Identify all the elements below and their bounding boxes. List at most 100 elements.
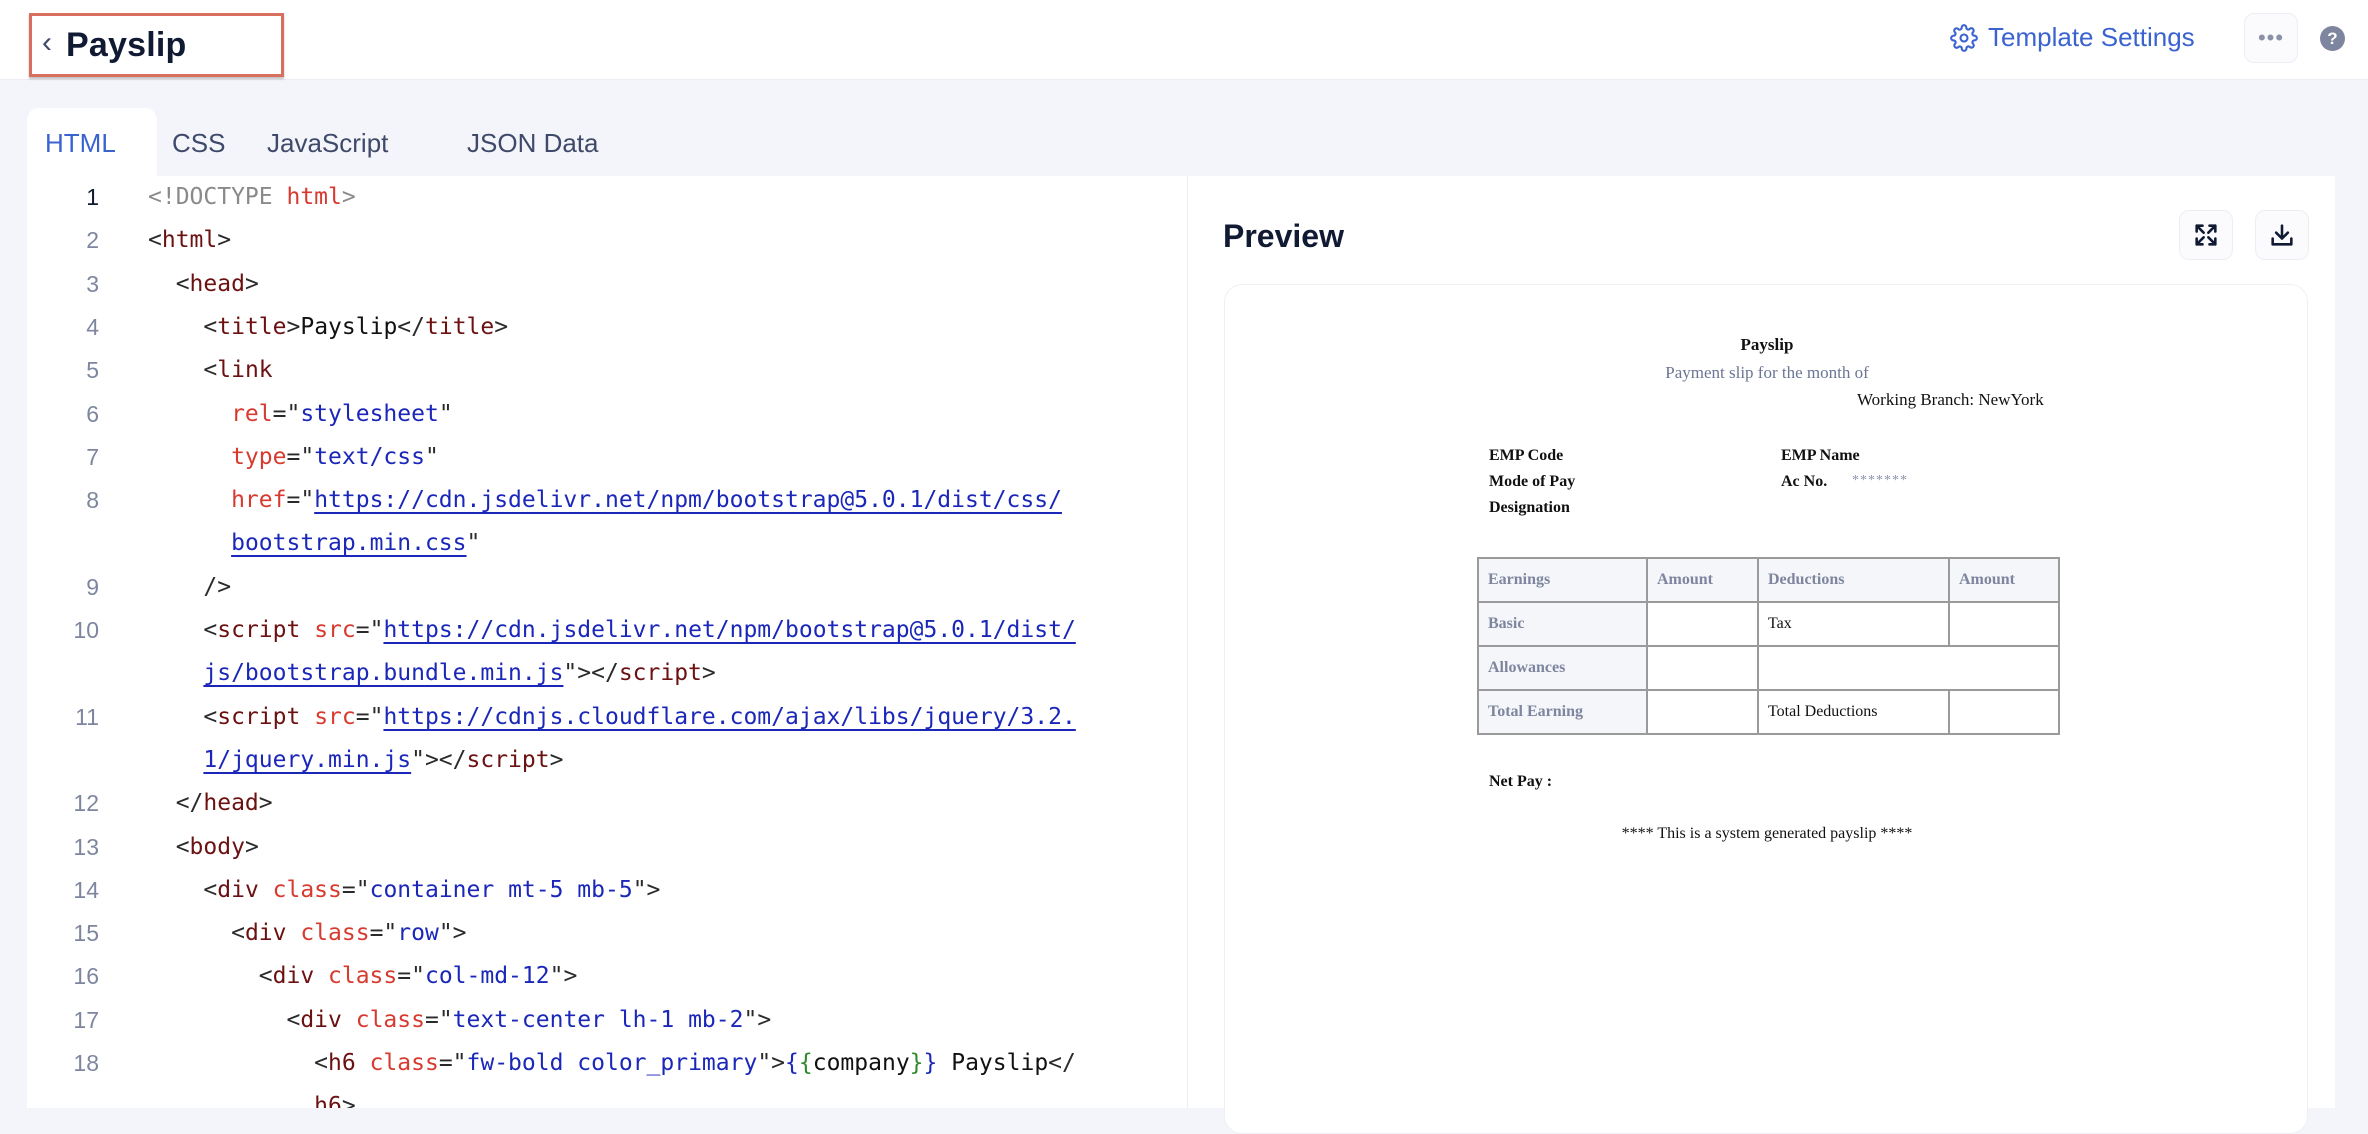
- code-line[interactable]: 10 <script src="https://cdn.jsdelivr.net…: [27, 609, 1187, 652]
- code-token: }: [909, 1050, 924, 1076]
- code-line[interactable]: 1 <!DOCTYPE html>: [27, 176, 1187, 219]
- code-link[interactable]: 1/jquery.min.js: [203, 747, 411, 773]
- expand-button[interactable]: [2179, 210, 2233, 260]
- code-token: text-center lh-1 mb-2: [452, 1006, 744, 1033]
- code-token: <: [148, 1006, 301, 1033]
- code-text: <div class="container mt-5 mb-5">: [148, 869, 660, 912]
- code-token: title: [217, 313, 287, 340]
- tab-html[interactable]: HTML: [27, 108, 157, 176]
- code-token: =": [424, 1006, 453, 1033]
- code-token: html: [161, 227, 218, 254]
- tab-label: JavaScript: [267, 128, 389, 158]
- code-line[interactable]: 18 <h6 class="fw-bold color_primary">{{c…: [27, 1042, 1187, 1085]
- code-text: <html>: [148, 219, 231, 262]
- payslip-document: Payslip Payment slip for the month of Wo…: [1224, 284, 2308, 1134]
- chevron-left-icon[interactable]: ‹: [42, 28, 52, 58]
- code-line[interactable]: 8 href="https://cdn.jsdelivr.net/npm/boo…: [27, 479, 1187, 522]
- code-token: <: [148, 270, 190, 297]
- code-link[interactable]: https://cdnjs.cloudflare.com/ajax/libs/j…: [383, 704, 1075, 730]
- code-line[interactable]: 7 type="text/css": [27, 436, 1187, 479]
- template-settings-label: Template Settings: [1988, 22, 2195, 52]
- code-token: <: [148, 833, 190, 860]
- question-circle-icon[interactable]: ?: [2320, 26, 2345, 51]
- code-token: >: [244, 833, 259, 860]
- tab-css[interactable]: CSS: [147, 108, 235, 176]
- emp-name-label: EMP Name: [1781, 447, 1860, 464]
- code-token: head: [203, 790, 259, 817]
- code-token: =": [355, 703, 384, 730]
- code-token: class: [328, 963, 398, 990]
- code-link[interactable]: https://cdn.jsdelivr.net/npm/bootstrap@5…: [383, 617, 1075, 643]
- code-link[interactable]: js/bootstrap.bundle.min.js: [203, 660, 563, 686]
- top-bar: ‹ Payslip Template Settings ••• ?: [0, 0, 2368, 80]
- code-line[interactable]: 4 <title>Payslip</title>: [27, 306, 1187, 349]
- table-header: Deductions: [1757, 557, 1950, 603]
- line-number: [27, 522, 99, 565]
- line-number: [27, 652, 99, 695]
- table-cell: Allowances: [1477, 645, 1648, 691]
- code-line[interactable]: 15 <div class="row">: [27, 912, 1187, 955]
- code-token: ">: [757, 1050, 786, 1076]
- code-text: js/bootstrap.bundle.min.js"></script>: [148, 652, 715, 695]
- help-glyph: ?: [2327, 28, 2338, 48]
- code-token: col-md-12: [424, 963, 550, 990]
- code-token: link: [217, 357, 273, 384]
- code-line[interactable]: 9 />: [27, 566, 1187, 609]
- code-token: container mt-5 mb-5: [369, 876, 633, 903]
- code-token: >: [217, 227, 232, 254]
- code-line[interactable]: 2 <html>: [27, 219, 1187, 262]
- code-token: fw-bold color_primary: [466, 1050, 758, 1076]
- code-line[interactable]: h6>: [27, 1085, 1187, 1108]
- expand-icon: [2195, 224, 2217, 246]
- table-cell: Total Earning: [1477, 689, 1648, 735]
- code-text: <script src="https://cdnjs.cloudflare.co…: [148, 696, 1075, 739]
- code-token: html: [286, 184, 342, 210]
- code-line[interactable]: 16 <div class="col-md-12">: [27, 955, 1187, 998]
- code-token: />: [148, 573, 232, 600]
- tab-json-data[interactable]: JSON Data: [435, 108, 635, 176]
- code-token: <: [148, 876, 218, 903]
- code-line[interactable]: 12 </head>: [27, 782, 1187, 825]
- code-line[interactable]: 14 <div class="container mt-5 mb-5">: [27, 869, 1187, 912]
- table-header-row: Earnings Amount Deductions Amount: [1477, 557, 2060, 603]
- code-editor[interactable]: 1 <!DOCTYPE html> 2 <html> 3 <head> 4 <title>…: [27, 176, 1187, 1108]
- code-token: >: [286, 313, 301, 340]
- code-line[interactable]: 17 <div class="text-center lh-1 mb-2">: [27, 999, 1187, 1042]
- code-token: {: [798, 1050, 813, 1076]
- code-token: <: [148, 227, 162, 254]
- code-token: </: [148, 790, 204, 817]
- code-token: class: [369, 1050, 439, 1076]
- download-button[interactable]: [2255, 210, 2309, 260]
- code-line[interactable]: 13 <body>: [27, 826, 1187, 869]
- ac-no-label: Ac No.: [1781, 473, 1828, 490]
- editor-tabs: HTML CSS JavaScript JSON Data: [27, 108, 635, 176]
- table-cell: Total Deductions: [1757, 689, 1950, 735]
- code-link[interactable]: https://cdn.jsdelivr.net/npm/bootstrap@5…: [314, 487, 1062, 513]
- code-line[interactable]: 11 <script src="https://cdnjs.cloudflare…: [27, 696, 1187, 739]
- code-line[interactable]: 3 <head>: [27, 263, 1187, 306]
- code-token: body: [189, 833, 245, 860]
- code-text: href="https://cdn.jsdelivr.net/npm/boots…: [148, 479, 1062, 522]
- tab-javascript[interactable]: JavaScript: [235, 108, 435, 176]
- code-token: <: [148, 920, 245, 947]
- code-text: <div class="col-md-12">: [148, 955, 578, 998]
- code-line[interactable]: 1/jquery.min.js"></script>: [27, 739, 1187, 782]
- code-token: Payslip: [937, 1050, 1049, 1076]
- code-token: <: [148, 703, 218, 730]
- code-text: h6>: [148, 1085, 356, 1108]
- more-options-button[interactable]: •••: [2244, 13, 2298, 63]
- code-token: <: [148, 617, 218, 643]
- code-token: script: [466, 746, 550, 773]
- code-token: class: [300, 920, 370, 947]
- code-line[interactable]: 6 rel="stylesheet": [27, 393, 1187, 436]
- line-number: 8: [86, 487, 99, 514]
- code-line[interactable]: js/bootstrap.bundle.min.js"></script>: [27, 652, 1187, 695]
- code-line[interactable]: bootstrap.min.css": [27, 522, 1187, 565]
- code-line[interactable]: 5 <link: [27, 349, 1187, 392]
- code-link[interactable]: bootstrap.min.css: [231, 530, 466, 556]
- template-settings-button[interactable]: Template Settings: [1950, 22, 2195, 53]
- table-cell: [1948, 689, 2060, 735]
- gear-icon: [1950, 23, 1978, 52]
- page-scrollbar[interactable]: [2344, 80, 2368, 1108]
- code-text: 1/jquery.min.js"></script>: [148, 739, 563, 782]
